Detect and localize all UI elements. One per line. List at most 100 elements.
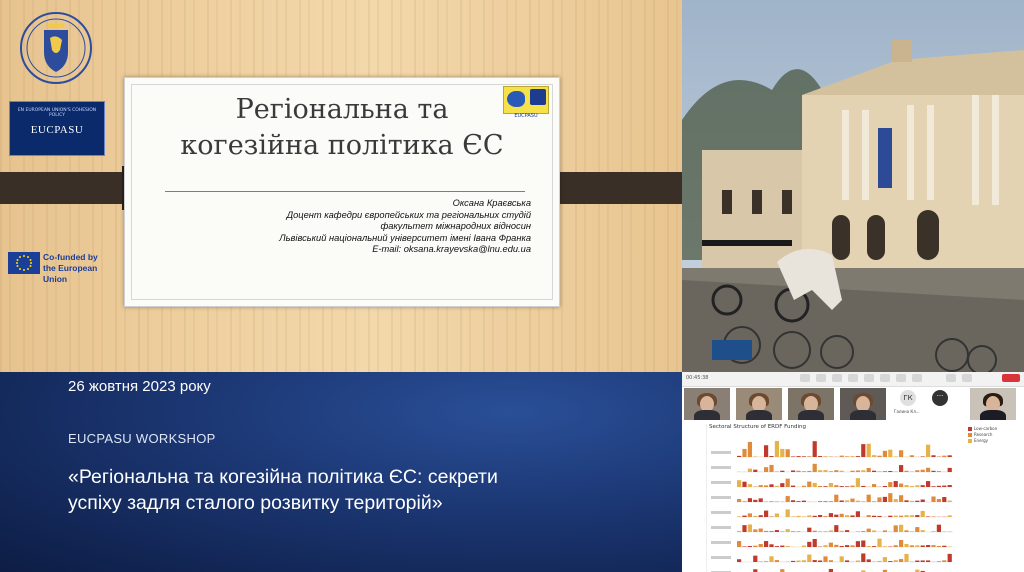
legend-swatch <box>968 439 972 443</box>
reactions-icon[interactable] <box>896 374 906 382</box>
chart-bar <box>877 497 882 502</box>
chart-bar <box>850 456 855 457</box>
chart-bar <box>753 555 758 562</box>
chart-bar <box>839 530 844 532</box>
eu-line2: the European Union <box>43 263 98 284</box>
chat-icon[interactable] <box>848 374 858 382</box>
chart-bar <box>855 511 860 517</box>
slide-author-info: Оксана Краєвська Доцент кафедри європейс… <box>171 198 531 256</box>
chart-bar <box>845 515 850 517</box>
chart-bar <box>791 500 796 502</box>
chart-bar <box>855 500 860 502</box>
chart-bar <box>801 471 806 472</box>
chart-bar <box>791 470 796 472</box>
view-icon[interactable] <box>946 374 956 382</box>
chart-bar <box>823 456 828 457</box>
chart-bar <box>764 467 769 472</box>
chart-bar <box>801 500 806 502</box>
chart-bar <box>823 486 828 487</box>
chart-bar <box>888 470 893 472</box>
chart-bar <box>915 470 920 472</box>
participants-icon[interactable] <box>832 374 842 382</box>
chart-bar <box>845 456 850 457</box>
chart-bar <box>828 501 833 502</box>
chart-bar <box>947 553 952 562</box>
chart-bar <box>915 500 920 502</box>
more-participants-button[interactable]: ··· <box>932 390 948 406</box>
chart-bar <box>839 513 844 517</box>
headline-line2: успіху задля сталого розвитку територій» <box>68 492 443 514</box>
chart-bar <box>882 546 887 547</box>
chart-bar <box>845 500 850 502</box>
chart-bar <box>828 560 833 562</box>
chart-bar <box>882 450 887 457</box>
chart-bar <box>942 485 947 487</box>
chart-bar <box>947 455 952 457</box>
chart-bar <box>920 510 925 517</box>
chart-bar <box>834 470 839 472</box>
chart-bar <box>753 529 758 532</box>
chart-bar <box>942 497 947 502</box>
chart-bar <box>796 456 801 457</box>
chart-bar <box>747 513 752 517</box>
mic-icon[interactable] <box>800 374 810 382</box>
chart-bar <box>936 498 941 502</box>
chart-bar <box>850 545 855 547</box>
chart-bar <box>791 560 796 562</box>
leave-button[interactable] <box>1002 374 1020 382</box>
chart-bar <box>818 485 823 487</box>
slide-divider <box>165 191 525 192</box>
chart-bar <box>801 545 806 547</box>
chart-bar <box>828 530 833 532</box>
chart-bar <box>845 545 850 547</box>
chart-bar <box>785 529 790 532</box>
chart-bar <box>818 560 823 562</box>
video-icon[interactable] <box>816 374 826 382</box>
chart-bar <box>899 539 904 547</box>
chart-bar <box>931 516 936 517</box>
decor-bar-right <box>543 172 682 204</box>
slide-title: Регіональна та когезійна політика ЄС <box>145 92 539 164</box>
eucpasu-logo-subtitle: EN EUROPEAN UNION'S COHESION POLICY <box>17 108 97 118</box>
chart-bar <box>834 525 839 532</box>
chart-bar <box>780 470 785 472</box>
chart-bar <box>866 559 871 562</box>
chart-bar <box>774 530 779 532</box>
row-label <box>711 556 731 559</box>
chart-bar <box>926 560 931 562</box>
participant-name: Галина Кл... <box>894 409 920 414</box>
chart-bar <box>780 483 785 487</box>
chart-bar <box>904 470 909 472</box>
chart-bar <box>758 515 763 517</box>
more-icon[interactable] <box>962 374 972 382</box>
chart-bar <box>737 530 742 532</box>
chart-bar <box>866 494 871 502</box>
chart-bar <box>742 500 747 502</box>
chart-bar <box>861 470 866 472</box>
chart-bar <box>785 449 790 457</box>
eu-cofunded-logo: Co-funded by the European Union <box>8 252 118 284</box>
share-icon[interactable] <box>864 374 874 382</box>
chart-bar <box>780 501 785 502</box>
legend-swatch <box>968 433 972 437</box>
chart-bar <box>828 513 833 517</box>
chart-bar <box>753 515 758 517</box>
chart-bar <box>785 496 790 502</box>
chart-bar <box>855 541 860 547</box>
chart-bar <box>920 560 925 562</box>
chart-bar <box>942 560 947 562</box>
chart-bar <box>780 545 785 547</box>
chart-bar <box>758 544 763 547</box>
chart-bar <box>899 450 904 457</box>
chart-bar <box>774 546 779 547</box>
chart-bar <box>909 531 914 532</box>
record-icon[interactable] <box>880 374 890 382</box>
apps-icon[interactable] <box>912 374 922 382</box>
chart-bar <box>926 516 931 517</box>
chart-bar <box>877 455 882 457</box>
chart-bar <box>861 444 866 457</box>
chart-bar <box>936 545 941 547</box>
chart-bar <box>769 516 774 517</box>
chart-bar <box>839 545 844 547</box>
chart-bar <box>774 501 779 502</box>
